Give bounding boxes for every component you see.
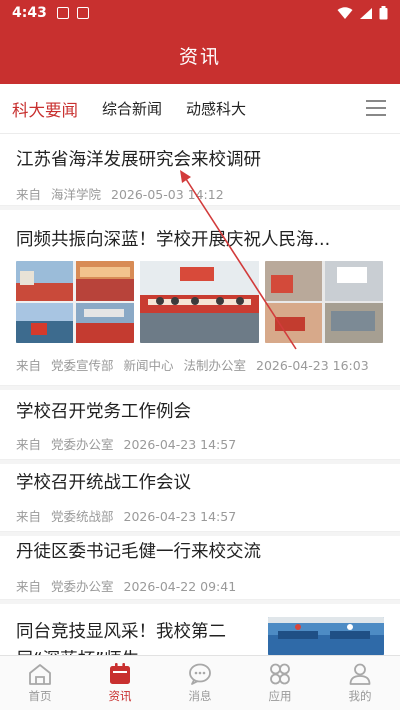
nav-label: 我的 (348, 689, 372, 703)
gallery-notification-icon (56, 7, 69, 19)
battery-icon (379, 6, 388, 20)
nav-news[interactable]: 资讯 (80, 656, 160, 710)
from-label: 来自 (16, 509, 42, 524)
message-icon (189, 663, 211, 685)
tab-general-news[interactable]: 综合新闻 (102, 98, 162, 119)
bottom-nav: 首页 资讯 消息 应用 我的 (0, 655, 400, 710)
news-source: 党委办公室 (51, 437, 114, 452)
hamburger-menu-icon[interactable] (366, 100, 386, 116)
news-item[interactable]: 学校召开统战工作会议 来自 党委统战部 2026-04-23 14:57 (0, 464, 400, 532)
from-label: 来自 (16, 358, 42, 373)
from-label: 来自 (16, 579, 42, 594)
news-meta: 来自 党委办公室 2026-04-22 09:41 (16, 576, 242, 595)
news-date: 2026-04-23 16:03 (256, 358, 369, 373)
news-item[interactable]: 江苏省海洋发展研究会来校调研 来自 海洋学院 2026-05-03 14:12 (0, 134, 400, 206)
status-bar: 4:43 (0, 0, 400, 26)
signal-icon (360, 7, 372, 19)
news-date: 2026-04-23 14:57 (123, 437, 237, 452)
news-title: 江苏省海洋发展研究会来校调研 (16, 150, 261, 170)
news-source: 党委统战部 (51, 509, 114, 524)
news-title: 学校召开统战工作会议 (16, 473, 191, 493)
wifi-icon (337, 6, 353, 19)
nav-label: 应用 (268, 689, 292, 703)
news-title: 丹徒区委书记毛健一行来校交流 (16, 542, 261, 562)
news-title: 学校召开党务工作例会 (16, 402, 191, 422)
news-item[interactable]: 同台竞技显风采！我校第二 届“深蓝杯”师生 (0, 604, 400, 655)
news-title-line2: 届“深蓝杯”师生 (16, 646, 256, 655)
news-source: 新闻中心 (123, 358, 174, 373)
profile-icon (349, 663, 371, 685)
news-meta: 来自 海洋学院 2026-05-03 14:12 (16, 184, 230, 203)
news-meta: 来自 党委宣传部 新闻中心 法制办公室 2026-04-23 16:03 (16, 355, 375, 374)
tab-keda-news[interactable]: 科大要闻 (12, 97, 78, 121)
nav-messages[interactable]: 消息 (160, 656, 240, 710)
news-source: 法制办公室 (183, 358, 247, 373)
news-source: 党委办公室 (51, 579, 114, 594)
news-icon (110, 663, 130, 684)
news-photo-right (265, 261, 383, 343)
news-meta: 来自 党委办公室 2026-04-23 14:57 (16, 434, 242, 453)
news-photo-center (140, 261, 259, 343)
nav-label: 资讯 (108, 689, 132, 703)
news-item[interactable]: 丹徒区委书记毛健一行来校交流 来自 党委办公室 2026-04-22 09:41 (0, 536, 400, 600)
news-source: 海洋学院 (51, 187, 102, 202)
news-photo-left (16, 261, 134, 343)
status-time: 4:43 (12, 5, 47, 21)
news-source: 党委宣传部 (51, 358, 114, 373)
news-meta: 来自 党委统战部 2026-04-23 14:57 (16, 506, 242, 525)
app-header: 资讯 (0, 26, 400, 84)
from-label: 来自 (16, 187, 42, 202)
nav-label: 消息 (188, 689, 212, 703)
news-feed: 江苏省海洋发展研究会来校调研 来自 海洋学院 2026-05-03 14:12 … (0, 134, 400, 655)
news-thumbnail (268, 617, 384, 655)
news-date: 2026-04-22 09:41 (123, 579, 237, 594)
from-label: 来自 (16, 437, 42, 452)
news-item[interactable]: 学校召开党务工作例会 来自 党委办公室 2026-04-23 14:57 (0, 390, 400, 460)
nav-profile[interactable]: 我的 (320, 656, 400, 710)
home-icon (29, 664, 51, 685)
tab-dynamic-keda[interactable]: 动感科大 (186, 98, 246, 119)
nav-home[interactable]: 首页 (0, 656, 80, 710)
news-date: 2026-05-03 14:12 (111, 187, 224, 202)
apps-icon (270, 663, 290, 685)
nav-apps[interactable]: 应用 (240, 656, 320, 710)
page-title: 资讯 (178, 45, 221, 68)
news-title: 同台竞技显风采！我校第二 (16, 622, 226, 642)
category-tabs: 科大要闻 综合新闻 动感科大 (0, 84, 400, 134)
news-item[interactable]: 同频共振向深蓝！学校开展庆祝人民海... 来自 党委宣传部 新闻中心 法制办公室… (0, 210, 400, 386)
nav-label: 首页 (28, 689, 52, 703)
app-notification-icon (76, 7, 89, 19)
news-date: 2026-04-23 14:57 (123, 509, 237, 524)
news-title: 同频共振向深蓝！学校开展庆祝人民海... (16, 230, 331, 250)
